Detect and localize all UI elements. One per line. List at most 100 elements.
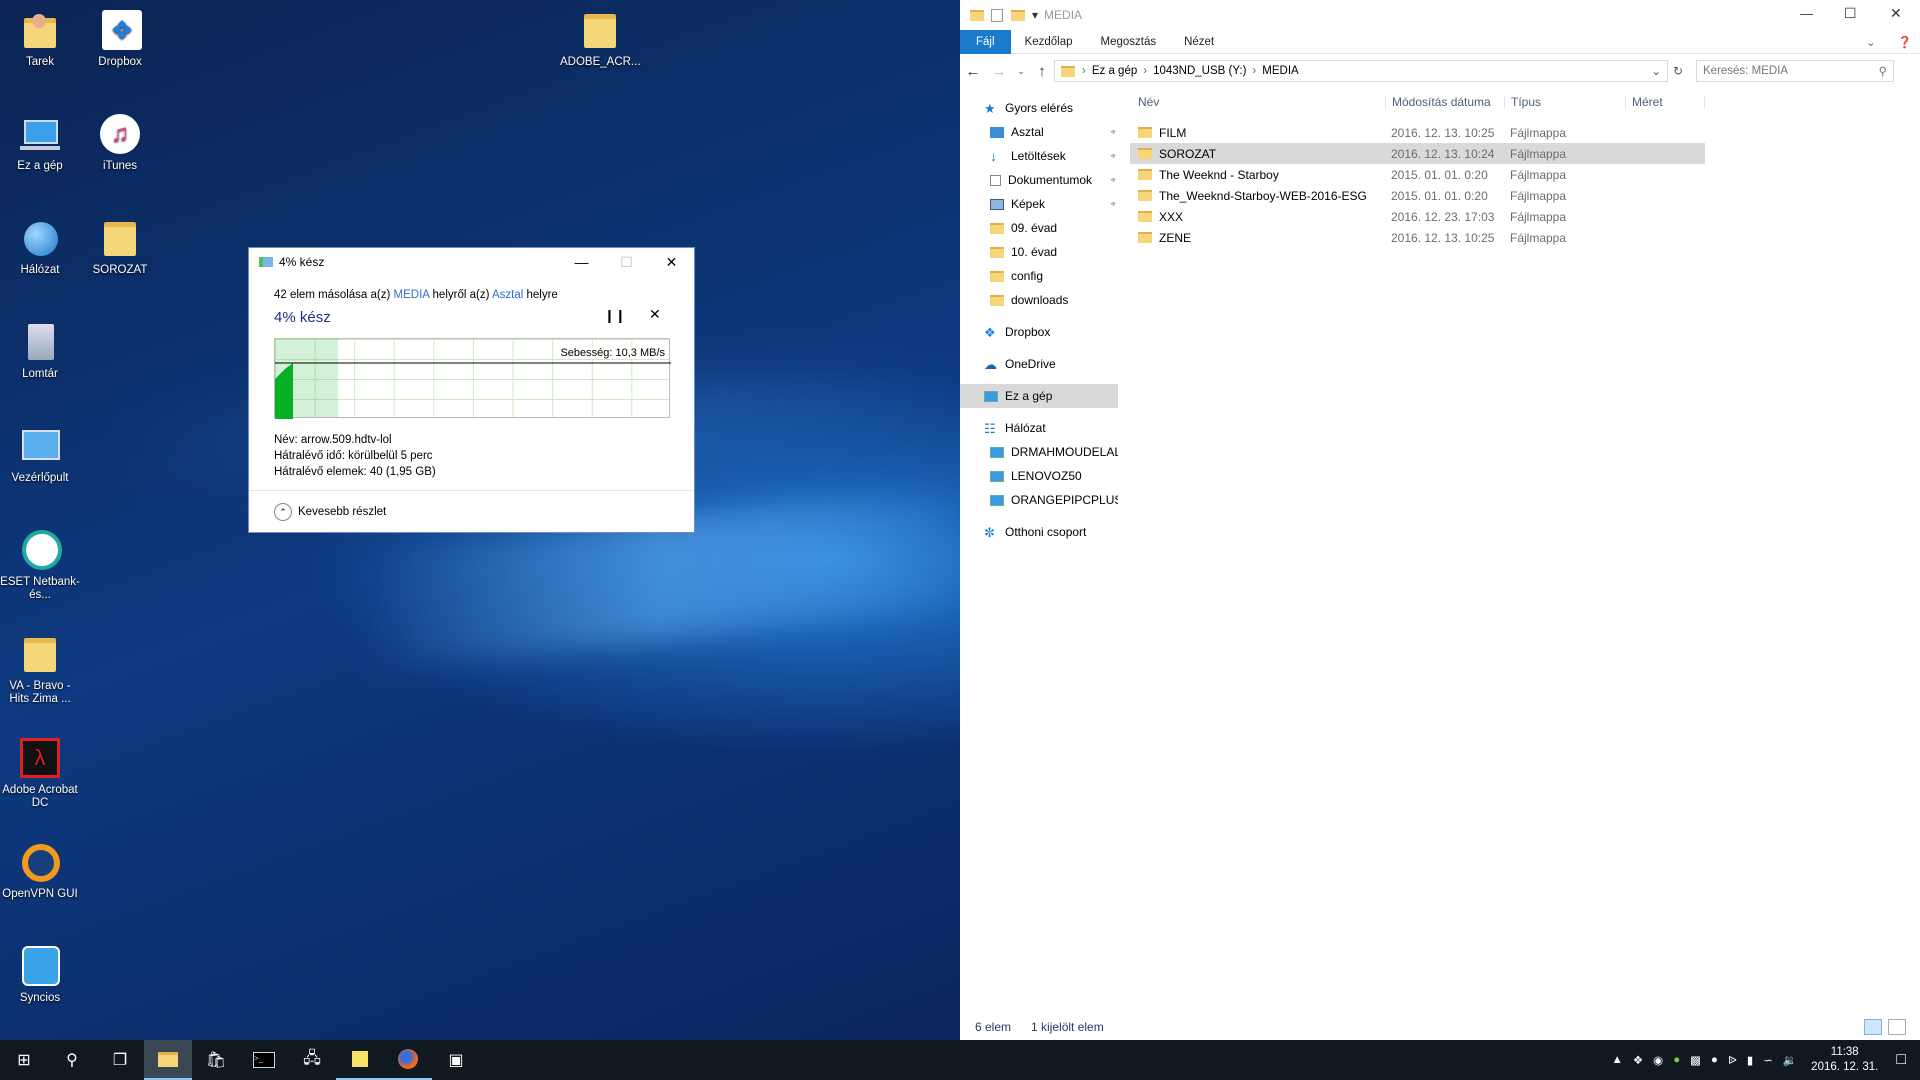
file-row[interactable]: FILM 2016. 12. 13. 10:25 Fájlmappa — [1130, 122, 1705, 143]
source-link[interactable]: MEDIA — [394, 289, 430, 301]
nav-item[interactable]: Ez a gép — [960, 384, 1120, 408]
nav-item[interactable]: ↓ Letöltések ⌖ — [960, 144, 1120, 168]
details-view-icon[interactable] — [1864, 1019, 1882, 1035]
computer-icon — [984, 390, 998, 402]
desktop-icon[interactable]: ADOBE_ACR... — [560, 8, 641, 69]
recent-locations-icon[interactable]: ⌄ — [1012, 66, 1030, 77]
desktop-icon[interactable]: Hálózat — [0, 216, 80, 277]
tab-home[interactable]: Kezdőlap — [1011, 36, 1087, 48]
desktop-icon[interactable]: OpenVPN GUI — [0, 840, 80, 901]
close-button[interactable]: ✕ — [1890, 5, 1902, 22]
desktop-icon[interactable]: Tarek — [0, 8, 80, 69]
column-type[interactable]: Típus — [1504, 95, 1625, 109]
store-taskbar-icon[interactable]: 🛍 — [192, 1040, 240, 1080]
less-details-button[interactable]: ⌃ Kevesebb részlet — [274, 503, 386, 521]
tab-share[interactable]: Megosztás — [1087, 36, 1171, 48]
nav-item[interactable]: Asztal ⌖ — [960, 120, 1120, 144]
desktop-icon-label: Hálózat — [20, 264, 60, 276]
desktop-icon[interactable]: Ez a gép — [0, 112, 80, 173]
file-explorer-window[interactable]: ▾ MEDIA — ☐ ✕ Fájl Kezdőlap Megosztás Né… — [960, 0, 1920, 1040]
desktop-icon[interactable]: Syncios — [0, 944, 80, 1005]
nav-item[interactable]: ORANGEPIPCPLUS — [960, 488, 1120, 512]
desktop-icon[interactable]: Vezérlőpult — [0, 424, 80, 485]
tab-file[interactable]: Fájl — [960, 29, 1011, 54]
action-center-icon[interactable]: □ — [1896, 1051, 1906, 1069]
tray-app-icon[interactable]: ● — [1711, 1054, 1718, 1066]
nav-item[interactable]: config — [960, 264, 1120, 288]
sticky-notes-taskbar-icon[interactable] — [336, 1040, 384, 1080]
search-icon[interactable]: ⚲ — [48, 1040, 96, 1080]
camera-taskbar-icon[interactable]: ▣ — [432, 1040, 480, 1080]
column-name[interactable]: Név — [1130, 95, 1385, 109]
desktop-icon[interactable]: ❖ Dropbox — [80, 8, 160, 69]
nav-item[interactable]: ☷ Hálózat — [960, 416, 1120, 440]
tray-app-icon[interactable]: ◉ — [1653, 1053, 1663, 1067]
nav-item[interactable]: LENOVOZ50 — [960, 464, 1120, 488]
back-icon[interactable]: ← — [960, 63, 986, 80]
file-row[interactable]: ZENE 2016. 12. 13. 10:25 Fájlmappa — [1130, 227, 1705, 248]
task-view-icon[interactable]: ❐ — [96, 1040, 144, 1080]
close-button[interactable]: ✕ — [649, 248, 694, 276]
destination-link[interactable]: Asztal — [492, 289, 523, 301]
breadcrumb-usb[interactable]: 1043ND_USB (Y:) — [1153, 65, 1246, 77]
breadcrumb-this-pc[interactable]: Ez a gép — [1092, 65, 1137, 77]
start-button[interactable]: ⊞ — [0, 1040, 48, 1080]
bluetooth-icon[interactable]: ᐉ — [1728, 1053, 1737, 1067]
file-row[interactable]: The_Weeknd-Starboy-WEB-2016-ESG 2015. 01.… — [1130, 185, 1705, 206]
nav-item[interactable]: ★ Gyors elérés — [960, 96, 1120, 120]
tray-app-icon[interactable]: ▲ — [1611, 1054, 1622, 1066]
nav-item[interactable]: DRMAHMOUDELAL — [960, 440, 1120, 464]
clock[interactable]: 11:38 2016. 12. 31. — [1811, 1045, 1878, 1075]
file-row[interactable]: XXX 2016. 12. 23. 17:03 Fájlmappa — [1130, 206, 1705, 227]
file-row[interactable]: The Weeknd - Starboy 2015. 01. 01. 0:20 Fá… — [1130, 164, 1705, 185]
tab-view[interactable]: Nézet — [1170, 36, 1228, 48]
wifi-icon[interactable]: ∽ — [1763, 1053, 1773, 1067]
desktop-icon[interactable]: λ Adobe Acrobat DC — [0, 736, 80, 810]
large-icons-view-icon[interactable] — [1888, 1019, 1906, 1035]
volume-icon[interactable]: 🔉 — [1783, 1053, 1797, 1067]
nav-item[interactable]: ☁ OneDrive — [960, 352, 1120, 376]
pause-button[interactable]: ❙❙ — [604, 308, 626, 324]
tray-app-icon[interactable]: ▩ — [1690, 1053, 1701, 1067]
copy-progress-dialog[interactable]: 4% kész — ☐ ✕ 42 elem másolása a(z) MEDI… — [248, 247, 695, 533]
desktop-icon[interactable]: VA - Bravo - Hits Zima ... — [0, 632, 80, 706]
properties-icon[interactable] — [991, 8, 1003, 22]
desktop-icon[interactable]: SOROZAT — [80, 216, 160, 277]
cmd-taskbar-icon[interactable]: >_ — [240, 1040, 288, 1080]
quick-access-dropdown-icon[interactable]: ▾ — [1032, 8, 1038, 22]
desktop-icon[interactable]: Lomtár — [0, 320, 80, 381]
new-folder-icon[interactable] — [1011, 9, 1025, 21]
firefox-taskbar-icon[interactable] — [384, 1040, 432, 1080]
explorer-titlebar[interactable]: ▾ MEDIA — ☐ ✕ — [960, 0, 1920, 30]
nav-item[interactable]: Képek ⌖ — [960, 192, 1120, 216]
cancel-button[interactable]: ✕ — [649, 306, 661, 323]
dropbox-tray-icon[interactable]: ❖ — [1633, 1053, 1643, 1067]
address-bar[interactable]: › Ez a gép › 1043ND_USB (Y:) › MEDIA ⌄ — [1054, 60, 1668, 82]
search-input[interactable]: Keresés: MEDIA ⚲ — [1696, 60, 1894, 82]
maximize-button[interactable]: ☐ — [1844, 5, 1857, 22]
help-icon[interactable]: ❓ — [1890, 35, 1920, 49]
file-explorer-taskbar-icon[interactable] — [144, 1040, 192, 1080]
column-date[interactable]: Módosítás dátuma — [1385, 95, 1504, 109]
battery-icon[interactable]: ▮ — [1747, 1053, 1753, 1067]
nav-item[interactable]: downloads — [960, 288, 1120, 312]
desktop-icon[interactable]: ♫ iTunes — [80, 112, 160, 173]
nav-item[interactable]: ❖ Dropbox — [960, 320, 1120, 344]
expand-ribbon-icon[interactable]: ⌄ — [1852, 35, 1890, 49]
up-icon[interactable]: ↑ — [1030, 63, 1054, 80]
nav-item[interactable]: 10. évad — [960, 240, 1120, 264]
minimize-button[interactable]: — — [1800, 6, 1813, 21]
nav-item[interactable]: ✼ Otthoni csoport — [960, 520, 1120, 544]
column-size[interactable]: Méret — [1625, 95, 1705, 109]
nav-item[interactable]: Dokumentumok ⌖ — [960, 168, 1120, 192]
breadcrumb-media[interactable]: MEDIA — [1262, 65, 1298, 77]
minimize-button[interactable]: — — [559, 248, 604, 276]
utorrent-tray-icon[interactable]: ● — [1673, 1054, 1680, 1066]
desktop-icon[interactable]: ESET Netbank- és... — [0, 528, 80, 602]
address-dropdown-icon[interactable]: ⌄ — [1651, 64, 1667, 78]
nav-item[interactable]: 09. évad — [960, 216, 1120, 240]
refresh-icon[interactable]: ↻ — [1668, 64, 1688, 78]
file-row[interactable]: SOROZAT 2016. 12. 13. 10:24 Fájlmappa — [1130, 143, 1705, 164]
desktop-icon-label: ESET Netbank- és... — [0, 576, 80, 601]
network-app-taskbar-icon[interactable]: 🖧 — [288, 1040, 336, 1080]
